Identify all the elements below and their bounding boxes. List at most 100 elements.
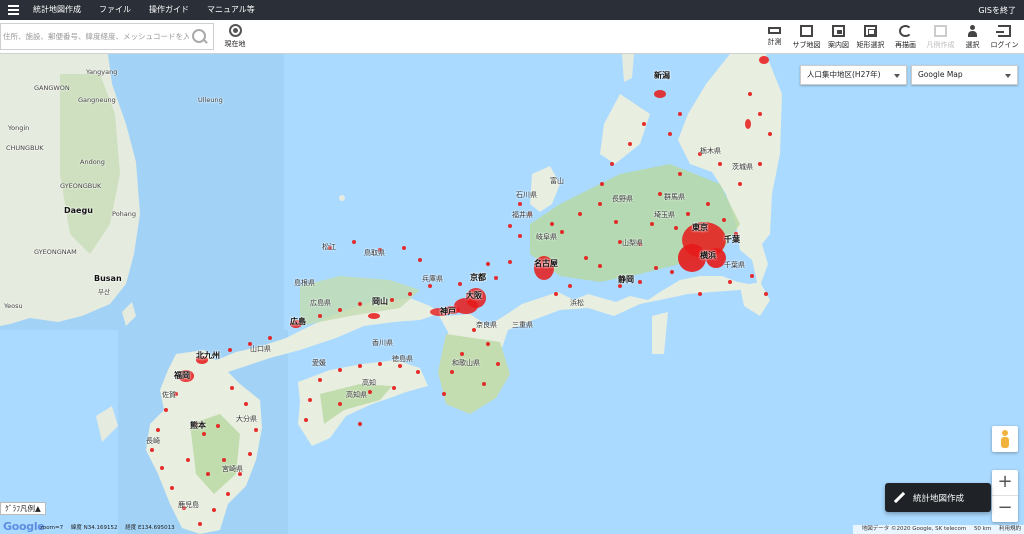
chevron-down-icon (1005, 74, 1011, 78)
map-label-matsue: 松江 (322, 243, 336, 251)
map-label-yamaguchi: 山口県 (250, 345, 271, 353)
zoom-out-button[interactable]: − (992, 496, 1018, 522)
map-label-chibaken: 千葉県 (724, 261, 745, 269)
map-label-ehime: 愛媛 (312, 359, 326, 367)
login-button[interactable]: ログイン (987, 23, 1022, 51)
map-label-yongin: Yongin (8, 124, 30, 132)
graph-legend-tab[interactable]: ｸﾞﾗﾌ凡例▲ (0, 502, 46, 515)
map-label-tokushima: 徳島県 (392, 355, 413, 363)
select-label: 選択 (965, 41, 980, 49)
scale-bar-label: 50 km (973, 526, 992, 532)
layer-select[interactable]: 人口集中地区(H27年) (800, 65, 907, 85)
reload-icon (899, 25, 912, 37)
redraw-button[interactable]: 再描画 (888, 23, 923, 51)
toolbar: 現在地 計測 サブ地図 案内図 矩形選択 再描画 (0, 20, 1024, 54)
map-label-tokyo: 東京 (692, 223, 708, 232)
map-label-hamamatsu: 浜松 (570, 299, 584, 307)
hamburger-menu-icon[interactable] (2, 0, 24, 20)
basemap-select[interactable]: Google Map (911, 65, 1018, 85)
map-label-osaka: 大阪 (466, 291, 482, 300)
zoom-control: + − (992, 470, 1018, 522)
menu-item-create-map[interactable]: 統計地図作成 (24, 0, 90, 20)
tool-group: 計測 サブ地図 案内図 矩形選択 再描画 凡例作成 選択 ログイン (760, 23, 1022, 51)
select-button[interactable]: 選択 (958, 23, 987, 51)
map-label-pohang: Pohang (112, 210, 137, 218)
map-label-kobe: 神戸 (440, 307, 456, 316)
map-data-credit: 地図データ ©2020 Google, SK telecom (861, 526, 967, 532)
create-stat-map-label: 統計地図作成 (913, 493, 965, 504)
select-person-icon (966, 25, 979, 37)
map-label-fukuoka: 福岡 (174, 371, 190, 380)
google-logo: Google (3, 520, 45, 533)
map-label-niigata: 新潟 (654, 71, 670, 80)
menu-item-guide[interactable]: 操作ガイド (140, 0, 198, 20)
map-label-gangneung: Gangneung (78, 96, 116, 104)
search-input[interactable] (1, 24, 189, 49)
map-label-kagawa: 香川県 (372, 339, 393, 347)
map-label-busan: Busan (94, 274, 122, 283)
rect-select-button[interactable]: 矩形選択 (853, 23, 888, 51)
redraw-label: 再描画 (895, 41, 916, 49)
map-label-hiroshima: 広島 (290, 317, 306, 326)
map-label-nara: 奈良県 (476, 321, 497, 329)
map-label-ulleung: Ulleung (198, 96, 223, 104)
map-label-saitama: 埼玉県 (654, 211, 675, 219)
map-label-nagano: 長野県 (612, 195, 633, 203)
login-label: ログイン (990, 41, 1019, 49)
map-label-gunma: 群馬県 (664, 193, 685, 201)
basemap-select-value: Google Map (918, 70, 963, 79)
legend-create-button[interactable]: 凡例作成 (923, 23, 958, 51)
map-canvas[interactable]: Yangyang GANGWON Gangneung Yongin CHUNGB… (0, 54, 1024, 534)
map-label-fukui: 福井県 (512, 211, 533, 219)
map-label-kitakyushu: 北九州 (196, 351, 220, 360)
create-stat-map-button[interactable]: 統計地図作成 (885, 483, 991, 512)
current-location-button[interactable]: 現在地 (220, 23, 250, 51)
menu-item-manual[interactable]: マニュアル等 (198, 0, 264, 20)
map-label-gifu: 岐阜県 (536, 233, 557, 241)
map-label-kochiken: 高知県 (346, 391, 367, 399)
legend-create-label: 凡例作成 (926, 41, 955, 49)
exit-gis-button[interactable]: GISを終了 (978, 5, 1016, 16)
map-label-ishikawa: 石川県 (516, 191, 537, 199)
chevron-down-icon (894, 74, 900, 78)
rect-select-label: 矩形選択 (856, 41, 885, 49)
map-label-shizuoka: 静岡 (618, 275, 634, 284)
map-label-yamanashi: 山梨県 (622, 239, 643, 247)
map-label-tochigi: 栃木県 (700, 147, 721, 155)
map-label-hiroshimaken: 広島県 (310, 299, 331, 307)
guide-map-label: 案内図 (828, 41, 849, 49)
menu-item-file[interactable]: ファイル (90, 0, 140, 20)
map-label-ibaraki: 茨城県 (732, 163, 753, 171)
terms-link[interactable]: 利用規約 (999, 526, 1021, 532)
map-attribution: 地図データ ©2020 Google, SK telecom 50 km 利用規… (852, 525, 1024, 534)
map-label-daegu: Daegu (64, 206, 93, 215)
map-label-gyeongnam: GYEONGNAM (34, 248, 77, 256)
map-label-yangyang: Yangyang (86, 68, 118, 76)
map-label-nagasaki: 長崎 (146, 437, 160, 445)
rect-select-icon (864, 25, 877, 37)
map-label-chungbuk: CHUNGBUK (6, 144, 44, 152)
zoom-in-button[interactable]: + (992, 470, 1018, 496)
crosshair-icon (228, 24, 242, 37)
sub-map-button[interactable]: サブ地図 (789, 23, 824, 51)
map-label-mie: 三重県 (512, 321, 533, 329)
street-view-pegman-icon[interactable] (992, 426, 1018, 452)
sub-map-label: サブ地図 (792, 41, 821, 49)
current-location-label: 現在地 (224, 40, 246, 48)
status-readout: zoom=7 緯度 N34.169152 経度 E134.695013 (40, 523, 181, 531)
map-label-okayama: 岡山 (372, 297, 388, 306)
map-label-gyeongbuk: GYEONGBUK (60, 182, 102, 190)
longitude-readout: 経度 E134.695013 (125, 525, 175, 531)
frame-icon (832, 25, 845, 37)
map-label-nagoya: 名古屋 (534, 259, 558, 268)
guide-map-button[interactable]: 案内図 (824, 23, 853, 51)
map-label-kyoto: 京都 (470, 273, 486, 282)
map-label-wakayama: 和歌山県 (452, 359, 480, 367)
map-label-miyazaki: 宮崎県 (222, 465, 243, 473)
map-label-yeosu: Yeosu (4, 302, 23, 310)
search-icon[interactable] (189, 27, 209, 47)
measure-button[interactable]: 計測 (760, 23, 789, 51)
gis-app: 統計地図作成 ファイル 操作ガイド マニュアル等 GISを終了 現在地 計測 サ… (0, 0, 1024, 534)
measure-label: 計測 (767, 38, 782, 46)
map-label-saga: 佐賀 (162, 391, 176, 399)
